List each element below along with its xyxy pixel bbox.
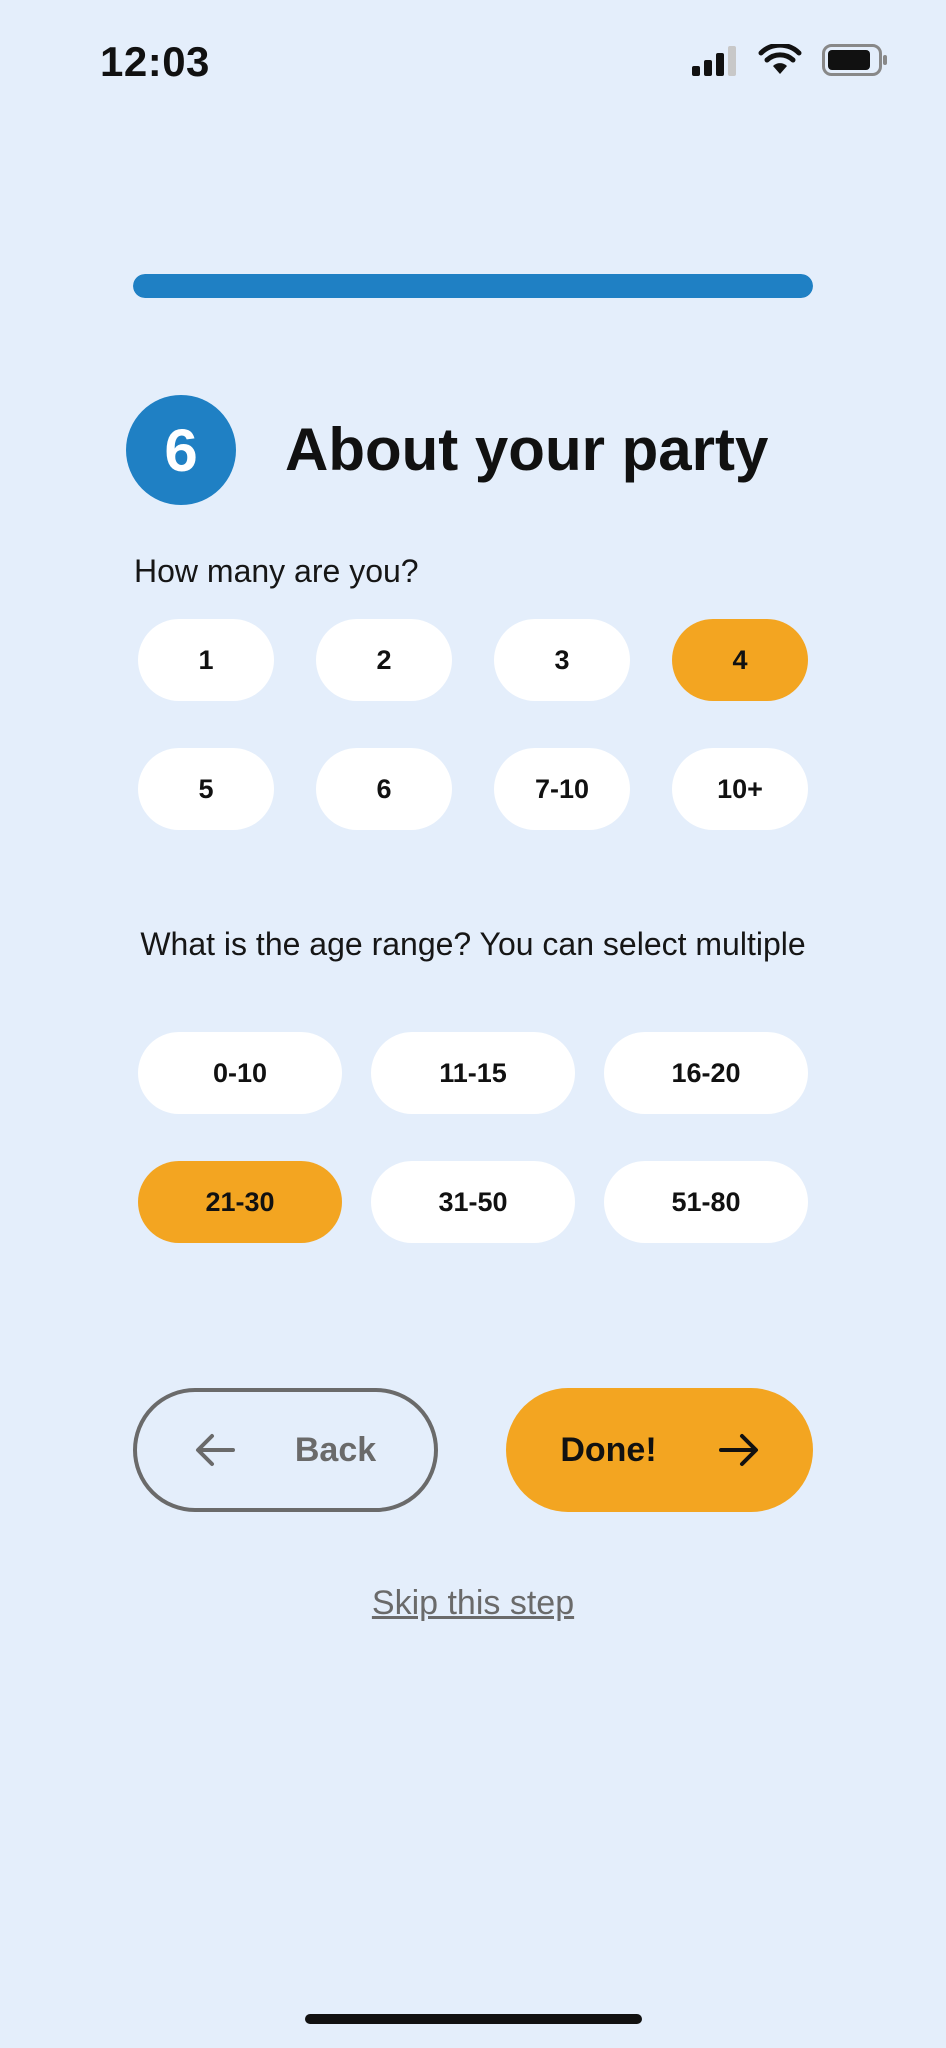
battery-icon [822,44,887,76]
party-size-option-10-plus[interactable]: 10+ [672,748,808,830]
done-button-label: Done! [560,1430,657,1469]
age-range-option-51-80[interactable]: 51-80 [604,1161,808,1243]
party-size-option-3[interactable]: 3 [494,619,630,701]
cellular-signal-icon [692,46,736,76]
progress-fill [133,274,813,298]
age-range-option-0-10[interactable]: 0-10 [138,1032,342,1114]
party-size-question: How many are you? [134,553,419,589]
wifi-icon [758,44,802,74]
age-range-question: What is the age range? You can select mu… [140,926,806,962]
step-number-badge: 6 [126,395,236,505]
party-size-option-5[interactable]: 5 [138,748,274,830]
skip-step-link[interactable]: Skip this step [0,1584,946,1623]
party-size-option-2[interactable]: 2 [316,619,452,701]
status-time: 12:03 [100,38,210,85]
party-size-option-7-10[interactable]: 7-10 [494,748,630,830]
arrow-left-icon [195,1434,235,1466]
age-range-option-16-20[interactable]: 16-20 [604,1032,808,1114]
party-size-option-6[interactable]: 6 [316,748,452,830]
back-button[interactable]: Back [133,1388,438,1512]
arrow-right-icon [718,1434,758,1466]
party-size-option-1[interactable]: 1 [138,619,274,701]
progress-bar [133,274,813,298]
done-button[interactable]: Done! [506,1388,813,1512]
home-indicator [305,2014,642,2024]
age-range-option-31-50[interactable]: 31-50 [371,1161,575,1243]
age-range-option-21-30[interactable]: 21-30 [138,1161,342,1243]
page-title: About your party [285,416,769,483]
age-range-option-11-15[interactable]: 11-15 [371,1032,575,1114]
party-size-option-4[interactable]: 4 [672,619,808,701]
status-icons [690,44,888,76]
status-bar: 12:03 [0,0,946,120]
back-button-label: Back [294,1430,377,1469]
